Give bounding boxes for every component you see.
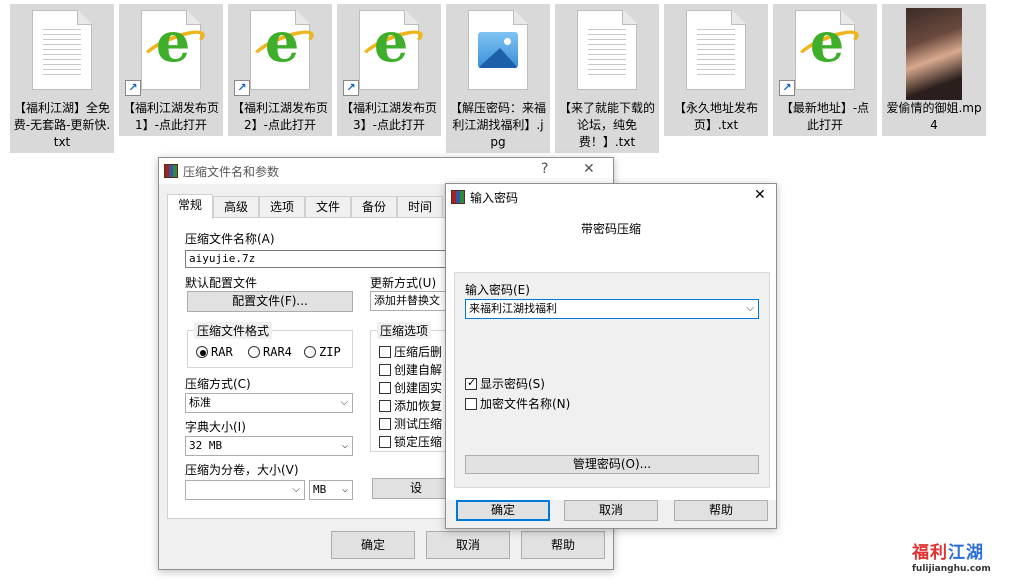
- file-name: 【最新地址】-点此打开: [780, 101, 870, 132]
- delete-after-checkbox[interactable]: 压缩后删: [379, 343, 442, 360]
- help-title-button[interactable]: ?: [541, 161, 548, 177]
- tab-options[interactable]: 选项: [259, 196, 305, 218]
- ie-shortcut-icon: e: [264, 10, 300, 74]
- create-sfx-checkbox[interactable]: 创建自解: [379, 361, 442, 378]
- ie-shortcut-icon: e: [155, 10, 191, 74]
- archive-cancel-button[interactable]: 取消: [426, 531, 510, 559]
- video-thumbnail: [906, 8, 962, 100]
- tab-advanced[interactable]: 高级: [213, 196, 259, 218]
- image-file-icon: [478, 32, 518, 68]
- shortcut-arrow-icon: ↗: [234, 80, 250, 96]
- watermark-title: 福利江湖: [912, 543, 984, 563]
- file-tile[interactable]: e ↗ 【福利江湖发布页2】-点此打开: [228, 4, 332, 136]
- password-dialog-title: 输入密码: [470, 191, 519, 205]
- file-tile[interactable]: 【来了就能下载的论坛，纯免费！】.txt: [555, 4, 659, 153]
- lock-archive-checkbox[interactable]: 锁定压缩: [379, 433, 442, 450]
- split-size-input[interactable]: ⌵: [185, 480, 305, 500]
- format-group-title: 压缩文件格式: [194, 322, 273, 339]
- shortcut-arrow-icon: ↗: [779, 80, 795, 96]
- password-help-button[interactable]: 帮助: [674, 500, 768, 521]
- manage-passwords-button[interactable]: 管理密码(O)...: [465, 455, 759, 474]
- file-name: 【福利江湖发布页3】-点此打开: [340, 101, 437, 132]
- archive-dialog-title: 压缩文件名和参数: [183, 165, 280, 179]
- file-tile[interactable]: 【解压密码：来福利江湖找福利】.jpg: [446, 4, 550, 153]
- default-profile-label: 默认配置文件: [185, 276, 258, 290]
- dict-select[interactable]: 32 MB ⌵: [185, 436, 353, 456]
- format-rar-radio[interactable]: RAR: [196, 345, 233, 359]
- chevron-down-icon: ⌵: [341, 440, 348, 451]
- file-tile[interactable]: 【福利江湖】全免费-无套路-更新快.txt: [10, 4, 114, 153]
- format-rar4-radio[interactable]: RAR4: [248, 345, 292, 359]
- password-group: 输入密码(E) 来福利江湖找福利⌵ 显示密码(S) 加密文件名称(N) 管理密码…: [454, 272, 770, 488]
- file-name: 【解压密码：来福利江湖找福利】.jpg: [449, 101, 546, 149]
- split-label: 压缩为分卷，大小(V): [185, 463, 299, 477]
- file-name: 【福利江湖发布页2】-点此打开: [231, 101, 328, 132]
- file-tile[interactable]: 爱偷情的御姐.mp4: [882, 4, 986, 136]
- dict-label: 字典大小(I): [185, 420, 246, 434]
- text-file-icon: [32, 10, 92, 90]
- tab-time[interactable]: 时间: [397, 196, 443, 218]
- file-tile[interactable]: e ↗ 【福利江湖发布页1】-点此打开: [119, 4, 223, 136]
- password-label: 输入密码(E): [465, 283, 530, 297]
- chevron-down-icon: ⌵: [341, 484, 348, 495]
- file-tile[interactable]: 【永久地址发布页】.txt: [664, 4, 768, 136]
- watermark-url: fulijianghu.com: [912, 564, 991, 574]
- method-select[interactable]: 标准 ⌵: [185, 393, 353, 413]
- text-file-icon: [577, 10, 637, 90]
- encrypt-names-checkbox[interactable]: 加密文件名称(N): [465, 395, 570, 412]
- password-heading: 带密码压缩: [580, 222, 641, 236]
- format-zip-radio[interactable]: ZIP: [304, 345, 341, 359]
- file-tile[interactable]: e ↗ 【福利江湖发布页3】-点此打开: [337, 4, 441, 136]
- add-recovery-checkbox[interactable]: 添加恢复: [379, 397, 442, 414]
- winrar-icon: [451, 190, 465, 204]
- password-ok-button[interactable]: 确定: [456, 500, 550, 521]
- file-name: 【来了就能下载的论坛，纯免费！】.txt: [558, 101, 655, 149]
- chevron-down-icon: ⌵: [746, 303, 754, 314]
- shortcut-arrow-icon: ↗: [125, 80, 141, 96]
- site-watermark: 福利江湖 fulijianghu.com: [912, 538, 1008, 582]
- format-group: 压缩文件格式 RAR RAR4 ZIP: [187, 322, 353, 368]
- file-tile[interactable]: e ↗ 【最新地址】-点此打开: [773, 4, 877, 136]
- create-solid-checkbox[interactable]: 创建固实: [379, 379, 442, 396]
- file-name: 【福利江湖发布页1】-点此打开: [122, 101, 219, 132]
- password-dialog: 输入密码 ✕ 带密码压缩 输入密码(E) 来福利江湖找福利⌵ 显示密码(S) 加…: [445, 183, 777, 529]
- password-input[interactable]: 来福利江湖找福利 ⌵: [465, 299, 759, 319]
- winrar-icon: [164, 164, 178, 178]
- password-content: 带密码压缩 输入密码(E) 来福利江湖找福利⌵ 显示密码(S) 加密文件名称(N…: [446, 210, 776, 500]
- test-archive-checkbox[interactable]: 测试压缩: [379, 415, 442, 432]
- archive-name-input[interactable]: aiyujie.7z: [185, 250, 455, 268]
- split-unit-select[interactable]: MB ⌵: [309, 480, 353, 500]
- tab-files[interactable]: 文件: [305, 196, 351, 218]
- update-mode-label: 更新方式(U): [370, 276, 437, 290]
- archive-ok-button[interactable]: 确定: [331, 531, 415, 559]
- chevron-down-icon: ⌵: [340, 397, 348, 408]
- archive-help-button[interactable]: 帮助: [521, 531, 605, 559]
- ie-shortcut-icon: e: [809, 10, 845, 74]
- profiles-button[interactable]: 配置文件(F)...: [187, 291, 353, 312]
- text-file-icon: [686, 10, 746, 90]
- archive-dialog-titlebar[interactable]: 压缩文件名和参数 ? ✕: [159, 158, 613, 184]
- file-name: 【福利江湖】全免费-无套路-更新快.txt: [13, 101, 111, 149]
- tab-general[interactable]: 常规: [167, 194, 213, 219]
- password-dialog-titlebar[interactable]: 输入密码 ✕: [446, 184, 776, 210]
- ie-shortcut-icon: e: [373, 10, 409, 74]
- file-name: 爱偷情的御姐.mp4: [886, 101, 982, 132]
- method-label: 压缩方式(C): [185, 377, 251, 391]
- close-icon[interactable]: ✕: [754, 187, 766, 203]
- options-group-title: 压缩选项: [377, 322, 432, 339]
- shortcut-arrow-icon: ↗: [343, 80, 359, 96]
- tab-backup[interactable]: 备份: [351, 196, 397, 218]
- file-name: 【永久地址发布页】.txt: [673, 101, 758, 132]
- password-cancel-button[interactable]: 取消: [564, 500, 658, 521]
- chevron-down-icon: ⌵: [292, 484, 300, 495]
- show-password-checkbox[interactable]: 显示密码(S): [465, 375, 545, 392]
- close-icon[interactable]: ✕: [583, 161, 595, 177]
- archive-name-label: 压缩文件名称(A): [185, 232, 275, 246]
